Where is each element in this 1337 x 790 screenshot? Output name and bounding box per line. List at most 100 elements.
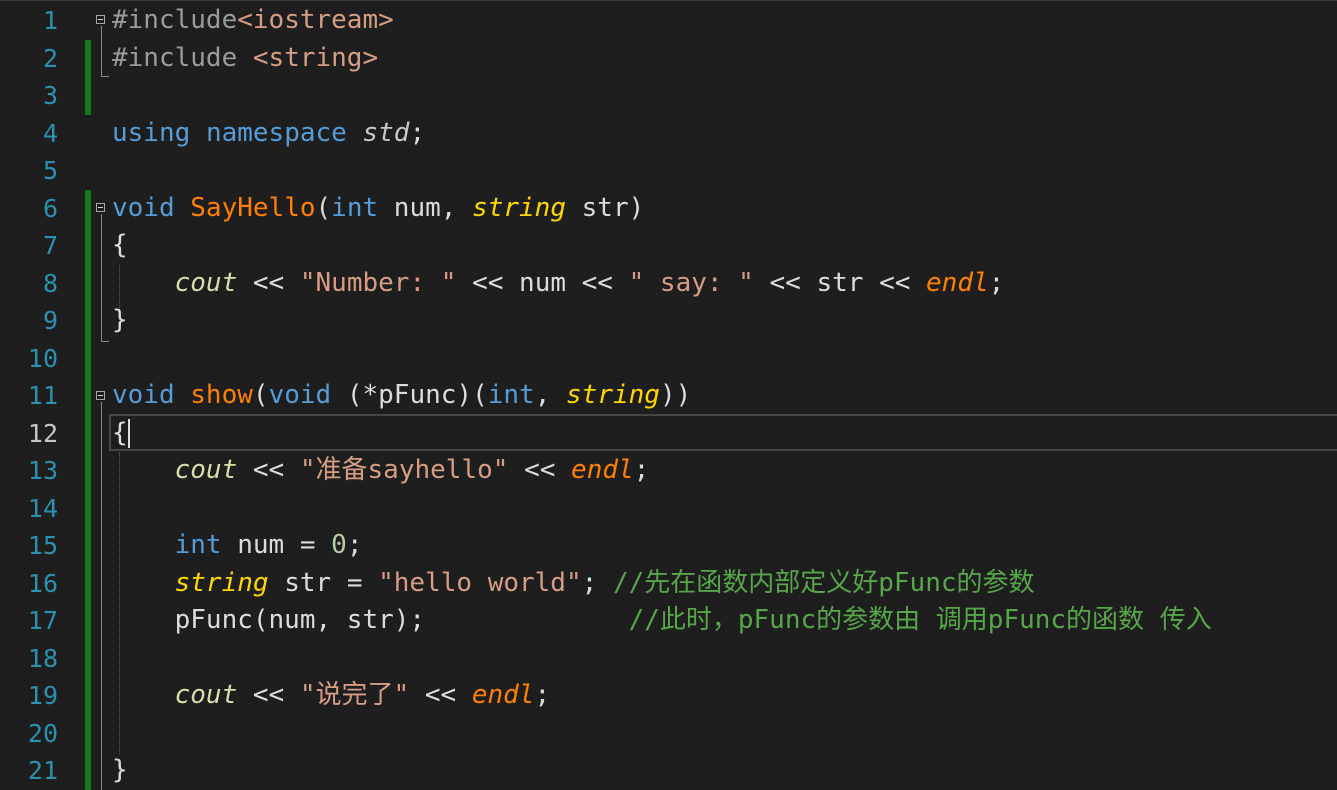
code-token: << <box>237 267 300 298</box>
code-line[interactable]: { <box>112 227 128 265</box>
line-number: 20 <box>27 718 58 748</box>
code-token: cout <box>174 267 238 298</box>
code-token: " say: " <box>628 267 754 298</box>
line-number: 8 <box>42 268 58 298</box>
fold-collapse-icon[interactable] <box>96 391 105 400</box>
code-token: ; <box>988 267 1005 298</box>
line-number: 14 <box>27 493 58 523</box>
line-number: 2 <box>42 43 58 73</box>
code-token: { <box>112 417 128 448</box>
code-line[interactable]: #include <string> <box>112 40 378 78</box>
collapse-guide-end <box>101 76 109 77</box>
code-line[interactable]: { <box>112 415 128 453</box>
code-line[interactable]: cout << "说完了" << endl; <box>112 677 550 715</box>
code-token: "Number: " <box>299 267 457 298</box>
line-number: 15 <box>27 531 58 560</box>
line-number: 17 <box>27 606 58 635</box>
code-token: ( <box>252 380 269 410</box>
code-token: , <box>534 380 567 410</box>
line-number: 19 <box>27 681 58 710</box>
code-line[interactable]: pFunc(num, str); //此时，pFunc的参数由 调用pFunc的… <box>112 602 1212 640</box>
code-token: //先在函数内部定义好pFunc的参数 <box>612 567 1035 598</box>
code-token: num = <box>221 530 332 560</box>
line-number: 7 <box>42 231 58 260</box>
code-token: str) <box>565 192 645 223</box>
change-indicator-bar <box>85 40 91 115</box>
code-line[interactable]: void SayHello(int num, string str) <box>112 190 644 228</box>
line-number: 11 <box>27 381 58 410</box>
code-line[interactable]: using namespace std; <box>112 115 425 153</box>
code-line[interactable]: string str = "hello world"; //先在函数内部定义好p… <box>112 565 1035 603</box>
code-token: } <box>112 755 128 785</box>
code-token: << <box>508 455 572 485</box>
code-token: )) <box>659 380 692 410</box>
code-token: ; <box>346 530 363 560</box>
code-token: 0 <box>331 530 347 560</box>
code-token: <string> <box>252 42 379 73</box>
change-indicator-bar <box>85 190 91 790</box>
line-number: 18 <box>27 643 58 673</box>
code-line[interactable]: } <box>112 752 128 790</box>
line-number: 9 <box>42 306 58 335</box>
code-token: ; <box>409 117 426 148</box>
code-token: "准备sayhello" <box>299 455 509 485</box>
collapse-guide-end <box>101 341 109 342</box>
code-token: int <box>331 192 379 223</box>
code-token: "说完了" <box>299 680 410 710</box>
code-token: //此时，pFunc的参数由 调用pFunc的函数 传入 <box>628 605 1212 635</box>
fold-collapse-icon[interactable] <box>96 203 105 212</box>
code-token: void <box>112 380 175 410</box>
code-token: str = <box>268 567 379 598</box>
code-token: string <box>174 567 269 598</box>
fold-collapse-icon[interactable] <box>96 15 105 24</box>
collapse-guide-line <box>101 402 102 790</box>
code-token: ; <box>633 455 650 485</box>
code-token: string <box>472 192 566 223</box>
code-token: SayHello <box>190 192 316 223</box>
code-token: << str << <box>753 267 927 298</box>
line-number: 21 <box>27 756 58 785</box>
code-token: std <box>362 117 410 148</box>
line-number: 13 <box>27 456 58 485</box>
line-number: 12 <box>27 418 58 448</box>
code-token: int <box>487 380 535 410</box>
line-number: 10 <box>27 343 58 373</box>
code-token: endl <box>571 455 634 485</box>
code-line[interactable]: void show(void (*pFunc)(int, string)) <box>112 377 691 415</box>
code-token: <iostream> <box>237 5 394 35</box>
line-number: 3 <box>42 81 58 110</box>
code-line[interactable]: #include<iostream> <box>112 2 394 40</box>
code-token: endl <box>926 267 989 298</box>
line-number: 6 <box>42 193 58 223</box>
code-line[interactable]: int num = 0; <box>112 527 363 565</box>
code-token: num, <box>378 192 473 223</box>
code-token: { <box>112 230 128 260</box>
line-number: 16 <box>27 568 58 598</box>
code-token: namespace <box>205 117 347 148</box>
code-token: ; <box>534 680 551 710</box>
collapse-guide-line <box>101 214 102 341</box>
code-token: #include <box>112 42 253 73</box>
code-token: void <box>268 380 332 410</box>
code-token: << <box>409 680 472 710</box>
code-token: << num << <box>456 267 629 298</box>
code-token: void <box>112 192 175 223</box>
text-caret <box>128 419 130 448</box>
code-editor[interactable]: 1 2 3 4 5 6 7 8 9 10 11 12 13 14 15 16 17 18 19 20 21 #inclu… <box>0 0 1337 790</box>
code-line[interactable]: cout << "准备sayhello" << endl; <box>112 452 650 490</box>
code-token: cout <box>174 680 238 710</box>
code-token: ( <box>315 192 332 223</box>
code-token: ; <box>581 567 613 598</box>
collapse-guide-line <box>101 26 102 76</box>
code-token: show <box>190 380 253 410</box>
code-line[interactable]: } <box>112 302 128 340</box>
current-line-highlight <box>109 414 1337 451</box>
code-line[interactable]: cout << "Number: " << num << " say: " <<… <box>112 265 1005 303</box>
